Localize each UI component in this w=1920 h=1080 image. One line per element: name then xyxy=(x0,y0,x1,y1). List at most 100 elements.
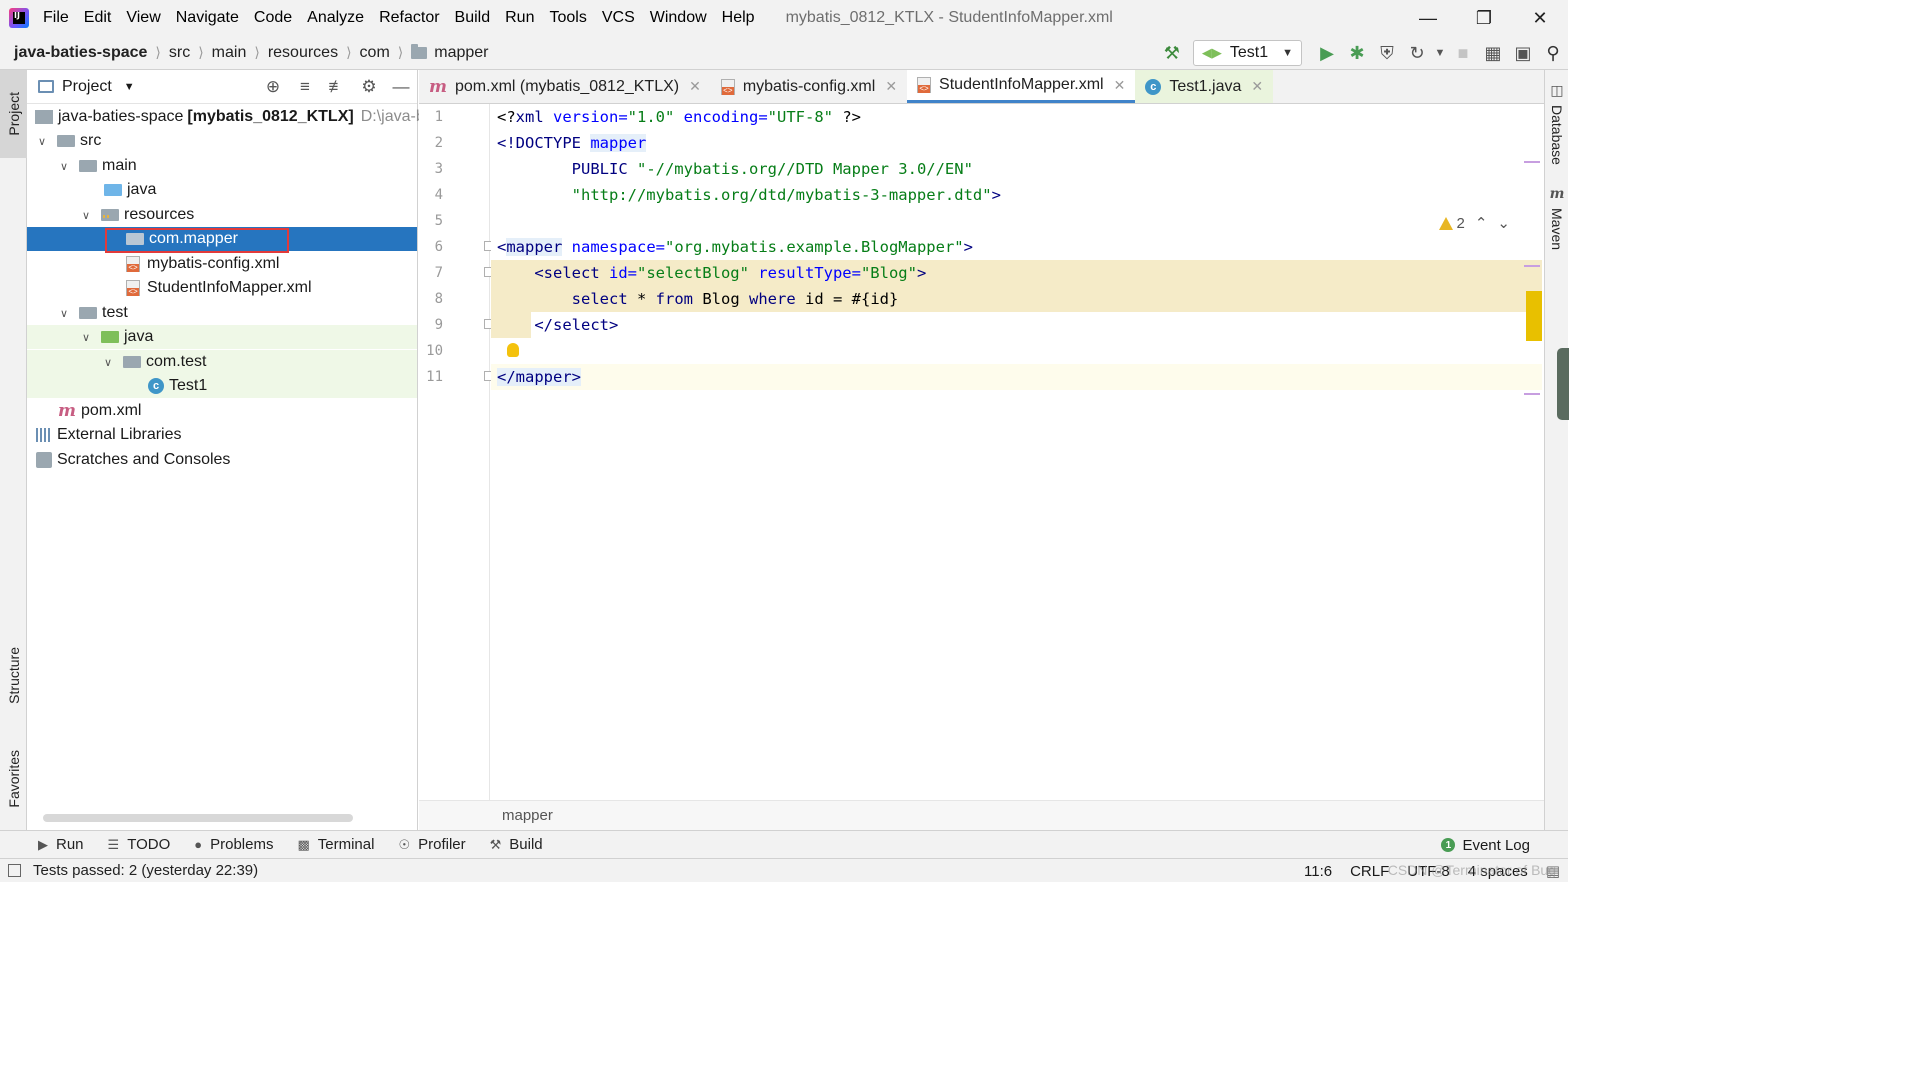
tree-item-studentinfomapper[interactable]: StudentInfoMapper.xml xyxy=(27,276,417,300)
warning-counter[interactable]: 2 xyxy=(1438,215,1465,232)
tool-terminal[interactable]: ▩ Terminal xyxy=(297,836,374,853)
code-line-4[interactable]: "http://mybatis.org/dtd/mybatis-3-mapper… xyxy=(491,182,1542,208)
menu-edit[interactable]: Edit xyxy=(84,9,112,27)
tab-pom-xml[interactable]: m pom.xml (mybatis_0812_KTLX) ✕ xyxy=(419,70,711,103)
menu-refactor[interactable]: Refactor xyxy=(379,9,439,27)
menu-code[interactable]: Code xyxy=(254,9,292,27)
chevron-down-icon[interactable]: ∨ xyxy=(80,331,92,344)
coverage-icon[interactable]: ⛨ xyxy=(1372,38,1402,68)
stripe-mark[interactable] xyxy=(1524,265,1540,267)
close-icon[interactable]: ✕ xyxy=(885,78,897,95)
tree-item-main-java[interactable]: java xyxy=(27,178,417,202)
horizontal-scrollbar[interactable] xyxy=(43,814,353,822)
code-line-7[interactable]: <select id="selectBlog" resultType="Blog… xyxy=(491,260,1542,286)
line-separator[interactable]: CRLF xyxy=(1350,863,1389,880)
crumb-mapper[interactable]: mapper xyxy=(411,43,489,62)
profile-icon[interactable]: ↻ xyxy=(1402,38,1432,68)
chevron-down-icon[interactable]: ⌄ xyxy=(1497,214,1510,232)
tree-item-scratches[interactable]: Scratches and Consoles xyxy=(27,448,417,472)
code-line-3[interactable]: PUBLIC "-//mybatis.org//DTD Mapper 3.0//… xyxy=(491,156,1542,182)
expand-all-icon[interactable]: ≡ xyxy=(289,77,321,97)
tree-item-pom[interactable]: m pom.xml xyxy=(27,399,417,423)
tree-item-main[interactable]: ∨ main xyxy=(27,154,417,178)
chevron-down-icon[interactable]: ∨ xyxy=(58,307,70,320)
menu-navigate[interactable]: Navigate xyxy=(176,9,239,27)
menu-window[interactable]: Window xyxy=(650,9,707,27)
tab-mybatis-config[interactable]: mybatis-config.xml ✕ xyxy=(711,70,907,103)
debug-bug-icon[interactable]: ✱ xyxy=(1342,38,1372,68)
tool-profiler[interactable]: ☉ Profiler xyxy=(398,836,465,853)
crumb-project[interactable]: java-baties-space xyxy=(14,44,147,62)
collapse-all-icon[interactable]: ≢ xyxy=(321,77,353,97)
tool-tab-project[interactable]: Project xyxy=(0,70,27,158)
tool-run[interactable]: ▶ Run xyxy=(38,836,84,853)
editor-breadcrumb[interactable]: mapper xyxy=(502,807,553,824)
tool-tab-favorites[interactable]: Favorites xyxy=(0,734,27,824)
tree-item-external-libraries[interactable]: External Libraries xyxy=(27,423,417,447)
menu-file[interactable]: File xyxy=(43,9,69,27)
build-hammer-icon[interactable]: ⚒ xyxy=(1157,38,1187,68)
tool-todo[interactable]: ☰ TODO xyxy=(108,836,171,853)
stripe-mark[interactable] xyxy=(1524,161,1540,163)
tool-build[interactable]: ⚒ Build xyxy=(490,836,543,853)
hide-panel-icon[interactable]: — xyxy=(385,77,417,97)
menu-run[interactable]: Run xyxy=(505,9,534,27)
crumb-com[interactable]: com xyxy=(360,44,390,62)
search-icon[interactable]: ⚲ xyxy=(1538,38,1568,68)
inspection-widget[interactable]: 2 ⌃ ⌄ xyxy=(1438,214,1510,232)
tab-test1-java[interactable]: c Test1.java ✕ xyxy=(1135,70,1274,103)
code-line-5[interactable] xyxy=(491,208,1542,234)
menu-help[interactable]: Help xyxy=(722,9,755,27)
tool-event-log[interactable]: 1 Event Log xyxy=(1441,831,1530,859)
crumb-resources[interactable]: resources xyxy=(268,44,338,62)
tree-item-test[interactable]: ∨ test xyxy=(27,301,417,325)
project-structure-icon[interactable]: ▦ xyxy=(1478,38,1508,68)
status-toggle-icon[interactable] xyxy=(8,864,21,877)
tool-problems[interactable]: ● Problems xyxy=(194,836,273,853)
tree-item-mybatis-config[interactable]: mybatis-config.xml xyxy=(27,252,417,276)
gear-icon[interactable]: ⚙ xyxy=(353,77,385,97)
chevron-down-icon[interactable]: ∨ xyxy=(80,209,92,222)
tree-item-com-mapper[interactable]: com.mapper xyxy=(27,227,417,251)
chevron-down-icon[interactable]: ▼ xyxy=(1432,38,1448,68)
layout-icon[interactable]: ▣ xyxy=(1508,38,1538,68)
tree-item-test-java[interactable]: ∨ java xyxy=(27,325,417,349)
crumb-src[interactable]: src xyxy=(169,44,190,62)
tool-tab-database[interactable]: ◫ Database xyxy=(1545,82,1569,165)
stop-icon[interactable]: ■ xyxy=(1448,38,1478,68)
tab-studentinfomapper[interactable]: StudentInfoMapper.xml ✕ xyxy=(907,70,1136,103)
tool-tab-structure[interactable]: Structure xyxy=(0,630,27,720)
tree-item-com-test[interactable]: ∨ com.test xyxy=(27,350,417,374)
run-icon[interactable]: ▶ xyxy=(1312,38,1342,68)
code-editor[interactable]: <?xml version="1.0" encoding="UTF-8" ?> … xyxy=(491,104,1542,800)
restore-button[interactable]: ❐ xyxy=(1456,0,1512,36)
lock-icon[interactable]: ▤ xyxy=(1546,862,1560,880)
menu-tools[interactable]: Tools xyxy=(549,9,586,27)
side-handle[interactable] xyxy=(1557,348,1569,420)
tool-tab-maven[interactable]: m Maven xyxy=(1545,186,1569,250)
menu-view[interactable]: View xyxy=(126,9,160,27)
close-icon[interactable]: ✕ xyxy=(1251,78,1263,95)
close-icon[interactable]: ✕ xyxy=(689,78,701,95)
locate-crosshair-icon[interactable]: ⊕ xyxy=(257,77,289,97)
close-window-button[interactable]: ✕ xyxy=(1512,0,1568,36)
tree-item-src[interactable]: ∨ src xyxy=(27,129,417,153)
menu-analyze[interactable]: Analyze xyxy=(307,9,364,27)
chevron-up-icon[interactable]: ⌃ xyxy=(1475,214,1488,232)
crumb-main[interactable]: main xyxy=(212,44,247,62)
file-encoding[interactable]: UTF-8 xyxy=(1407,863,1450,880)
indent-setting[interactable]: 4 spaces xyxy=(1468,863,1528,880)
stripe-mark[interactable] xyxy=(1524,393,1540,395)
chevron-down-icon[interactable]: ∨ xyxy=(36,135,48,148)
chevron-down-icon[interactable]: ∨ xyxy=(58,160,70,173)
close-icon[interactable]: ✕ xyxy=(1114,77,1126,94)
lightbulb-intention-icon[interactable] xyxy=(507,343,519,357)
chevron-down-icon[interactable]: ▼ xyxy=(124,81,135,93)
menu-build[interactable]: Build xyxy=(455,9,491,27)
status-message[interactable]: Tests passed: 2 (yesterday 22:39) xyxy=(33,862,258,879)
tree-item-project-root[interactable]: java-baties-space [mybatis_0812_KTLX] D:… xyxy=(27,105,434,129)
code-line-10[interactable] xyxy=(491,338,1542,364)
code-line-6[interactable]: <mapper namespace="org.mybatis.example.B… xyxy=(491,234,1542,260)
code-line-1[interactable]: <?xml version="1.0" encoding="UTF-8" ?> xyxy=(491,104,1542,130)
stripe-highlight-mark[interactable] xyxy=(1526,291,1542,341)
